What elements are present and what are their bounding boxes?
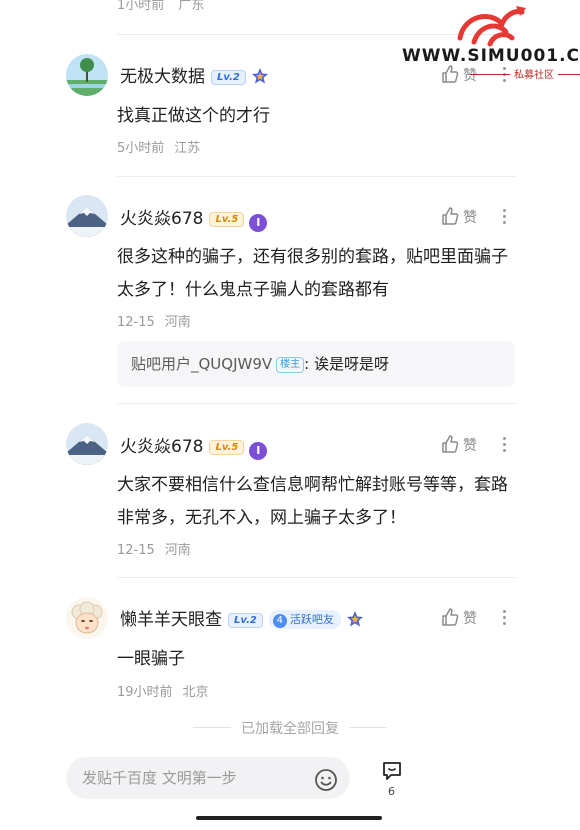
level-badge: Lv.5	[209, 212, 245, 227]
comment-icon[interactable]	[380, 759, 404, 787]
comment-meta: 5小时前 江苏	[117, 141, 201, 156]
comment-text: 大家不要相信什么查信息啊帮忙解封账号等等，套路 非常多，无孔不入，网上骗子太多了…	[117, 475, 508, 528]
username[interactable]: 火炎焱678 Lv.5 I	[120, 204, 268, 232]
watermark-subtitle: 私募社区	[466, 66, 580, 81]
divider	[117, 176, 516, 177]
more-options-icon[interactable]	[500, 434, 508, 455]
owner-tag: 楼主	[276, 357, 305, 373]
like-button[interactable]: 赞	[440, 206, 477, 227]
like-button[interactable]: 赞	[440, 434, 477, 455]
level-badge: Lv.5	[209, 440, 245, 455]
avatar[interactable]	[66, 195, 108, 237]
username[interactable]: 懒羊羊天眼查 Lv.2 4 活跃吧友	[120, 605, 364, 630]
level-badge: Lv.2	[211, 70, 246, 85]
active-fan-badge: 4 活跃吧友	[268, 610, 341, 629]
comment-count: 6	[388, 785, 395, 798]
more-options-icon[interactable]	[500, 607, 508, 628]
thumbs-up-icon	[440, 608, 463, 627]
emoji-icon[interactable]	[314, 766, 338, 808]
like-button[interactable]: 赞	[440, 607, 477, 628]
thumbs-up-icon	[440, 435, 463, 454]
all-replies-loaded: 已加载全部回复	[0, 718, 580, 738]
comment-input[interactable]: 发贴千百度 文明第一步	[66, 757, 350, 799]
previous-comment-meta: 1小时前 广东	[117, 0, 205, 13]
comment-text: 很多这种的骗子，还有很多别的套路，贴吧里面骗子 太多了！什么鬼点子骗人的套路都有	[117, 247, 508, 300]
member-star-icon	[346, 610, 364, 628]
level-badge: Lv.2	[228, 613, 263, 628]
divider	[117, 577, 516, 578]
reply-username[interactable]: 贴吧用户_QUQJW9V	[131, 355, 272, 373]
reply-text: : 诶是呀是呀	[304, 355, 389, 373]
sub-reply[interactable]: 贴吧用户_QUQJW9V 楼主: 诶是呀是呀	[117, 341, 515, 387]
member-star-icon	[251, 67, 269, 85]
comment-meta: 19小时前 北京	[117, 685, 209, 700]
username[interactable]: 火炎焱678 Lv.5 I	[120, 432, 268, 460]
member-badge-icon: I	[249, 442, 268, 460]
comment-text: 找真正做这个的才行	[117, 106, 270, 126]
comment-meta: 12-15 河南	[117, 543, 191, 558]
comment-meta: 12-15 河南	[117, 315, 191, 330]
comment-text: 一眼骗子	[117, 649, 185, 669]
member-badge-icon: I	[249, 214, 268, 232]
avatar[interactable]	[66, 597, 108, 639]
more-options-icon[interactable]	[500, 206, 508, 227]
watermark-url: WWW.SIMU001.CN	[402, 46, 580, 66]
comment-input-placeholder: 发贴千百度 文明第一步	[82, 769, 237, 787]
avatar[interactable]	[66, 54, 108, 96]
username[interactable]: 无极大数据 Lv.2	[120, 62, 269, 87]
divider	[117, 403, 516, 404]
home-indicator[interactable]	[196, 816, 382, 820]
thumbs-up-icon	[440, 207, 463, 226]
avatar[interactable]	[66, 423, 108, 465]
